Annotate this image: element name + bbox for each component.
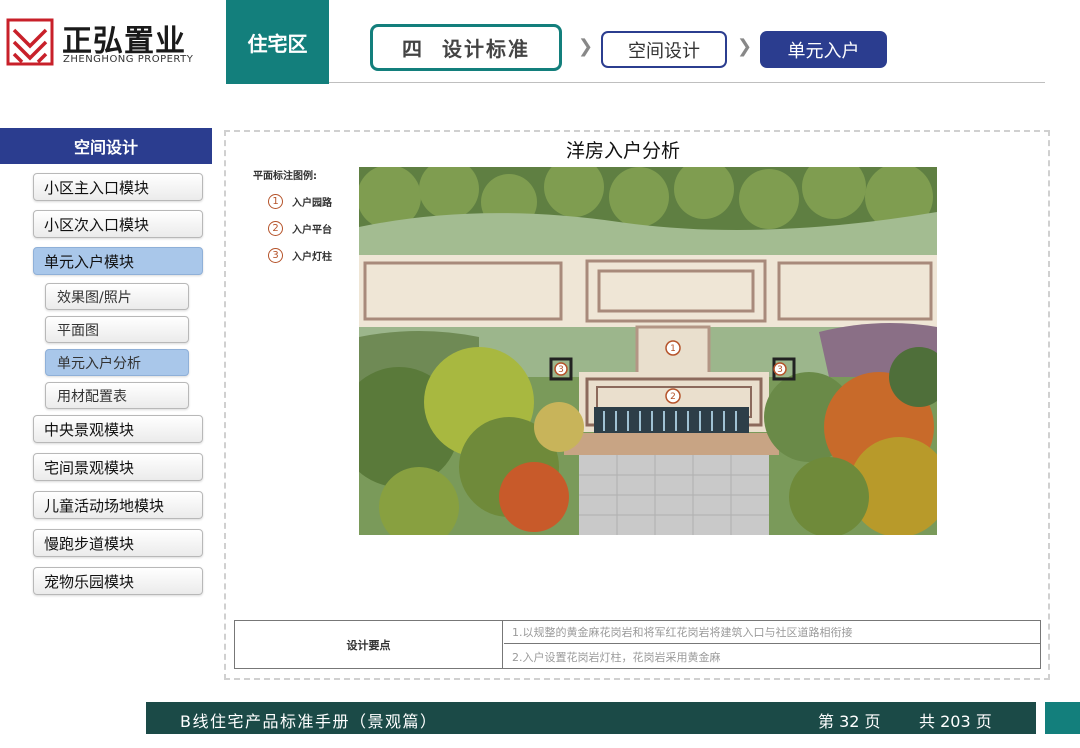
sidebar-item-house-landscape[interactable]: 宅间景观模块 <box>33 453 203 481</box>
brand-logo: 正弘置业 ZHENGHONG PROPERTY <box>6 14 218 70</box>
legend-title: 平面标注图例: <box>253 171 317 182</box>
sidebar-item-unit-entrance[interactable]: 单元入户模块 <box>33 247 203 275</box>
notes-line: 2.入户设置花岗岩灯柱，花岗岩采用黄金麻 <box>512 650 721 664</box>
brand-name-en: ZHENGHONG PROPERTY <box>63 54 194 65</box>
sidebar-item-children-area[interactable]: 儿童活动场地模块 <box>33 491 203 519</box>
legend-label: 入户灯柱 <box>292 252 332 263</box>
section-step[interactable]: 四 设计标准 <box>370 24 562 71</box>
section-title: 设计标准 <box>442 37 530 61</box>
sidebar-item-main-entrance[interactable]: 小区主入口模块 <box>33 173 203 201</box>
entrance-plan-image: 1 2 3 3 <box>359 167 937 535</box>
sidebar-item-central-landscape[interactable]: 中央景观模块 <box>33 415 203 443</box>
sidebar-item-jogging-path[interactable]: 慢跑步道模块 <box>33 529 203 557</box>
zone-tab[interactable]: 住宅区 <box>226 0 329 84</box>
sidebar-subitem-materials[interactable]: 用材配置表 <box>45 382 189 409</box>
breadcrumb-space-design[interactable]: 空间设计 <box>601 31 727 68</box>
notes-line: 1.以规整的黄金麻花岗岩和将军红花岗岩将建筑入口与社区道路相衔接 <box>504 621 1040 644</box>
chevron-right-icon: ❯ <box>737 36 753 57</box>
page-title: 洋房入户分析 <box>565 140 680 162</box>
footer-tab <box>1045 702 1080 734</box>
page-total: 共 203 页 <box>919 712 992 731</box>
page-number: 第 32 页 <box>818 712 881 731</box>
sidebar-subitem-plan[interactable]: 平面图 <box>45 316 189 343</box>
plan-marker-3b-label: 3 <box>777 365 783 375</box>
legend-marker: 3 <box>268 248 283 263</box>
sidebar-item-secondary-entrance[interactable]: 小区次入口模块 <box>33 210 203 238</box>
logo-mark-icon <box>6 18 54 66</box>
sidebar-title[interactable]: 空间设计 <box>0 128 212 164</box>
sidebar-subitem-analysis[interactable]: 单元入户分析 <box>45 349 189 376</box>
sidebar-subitem-renderings[interactable]: 效果图/照片 <box>45 283 189 310</box>
plan-marker-2-label: 2 <box>670 392 676 402</box>
plan-marker-3a-label: 3 <box>558 365 564 375</box>
legend-label: 入户园路 <box>292 198 332 209</box>
footer-title: B线住宅产品标准手册（景观篇） <box>180 712 438 731</box>
legend-label: 入户平台 <box>292 225 332 236</box>
plan-drawing: 1 2 3 3 <box>359 167 937 535</box>
header-divider <box>329 82 1045 83</box>
legend-marker: 1 <box>268 194 283 209</box>
chevron-right-icon: ❯ <box>578 36 594 57</box>
design-notes-table: 设计要点 1.以规整的黄金麻花岗岩和将军红花岗岩将建筑入口与社区道路相衔接 2.… <box>234 620 1041 669</box>
footer-bar: B线住宅产品标准手册（景观篇） 第 32 页 共 203 页 <box>146 702 1036 734</box>
breadcrumb-unit-entrance[interactable]: 单元入户 <box>760 31 887 68</box>
legend-item: 3 入户灯柱 <box>268 248 332 263</box>
legend-item: 1 入户园路 <box>268 194 332 209</box>
plan-marker-1-label: 1 <box>670 344 676 354</box>
sidebar-item-pet-park[interactable]: 宠物乐园模块 <box>33 567 203 595</box>
legend-marker: 2 <box>268 221 283 236</box>
legend-item: 2 入户平台 <box>268 221 332 236</box>
section-number: 四 <box>402 37 424 61</box>
notes-label: 设计要点 <box>235 621 503 668</box>
